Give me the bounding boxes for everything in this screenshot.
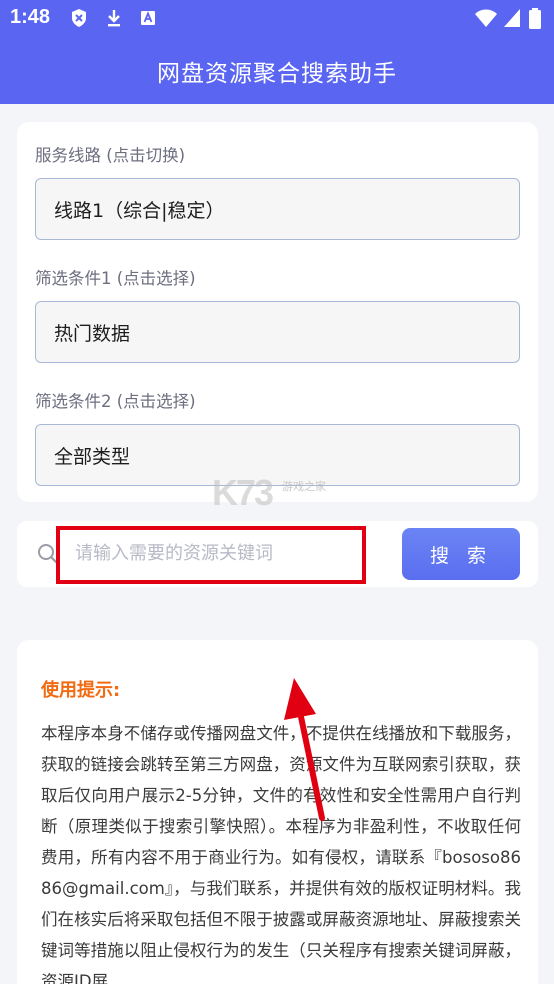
download-icon [108,10,120,27]
wifi-icon [475,9,497,27]
annotation-arrow [284,678,325,821]
service-line-selector[interactable]: 线路1（综合|稳定） [35,178,520,240]
shield-icon [72,9,86,27]
service-line-label: 服务线路 (点击切换) [35,146,186,165]
filter1-selector[interactable]: 热门数据 [35,301,520,363]
battery-icon [529,8,541,29]
search-button[interactable]: 搜 索 [402,528,520,580]
tips-card: 使用提示: 本程序本身不储存或传播网盘文件，不提供在线播放和下载服务，获取的链接… [17,640,538,984]
status-time: 1:48 [10,6,51,28]
app-bar: 网盘资源聚合搜索助手 [0,36,554,104]
service-line-value: 线路1（综合|稳定） [54,200,225,222]
filter-card: 服务线路 (点击切换) 线路1（综合|稳定） 筛选条件1 (点击选择) 热门数据… [17,122,538,502]
filter2-value: 全部类型 [54,446,131,468]
a-badge-icon [141,11,155,25]
watermark-logo: K73 [212,472,274,513]
cellular-icon [504,9,520,27]
search-bar: 搜 索 [17,521,538,587]
filter1-value: 热门数据 [54,323,131,345]
page-title: 网盘资源聚合搜索助手 [157,61,397,87]
watermark-subtitle: 游戏之家 [282,480,326,493]
filter1-label: 筛选条件1 (点击选择) [35,269,196,288]
filter2-label: 筛选条件2 (点击选择) [35,392,196,411]
status-bar: 1:48 [0,0,554,36]
annotation-highlight-box [56,526,366,584]
tips-title: 使用提示: [41,680,121,701]
filter2-selector[interactable]: 全部类型 [35,424,520,486]
